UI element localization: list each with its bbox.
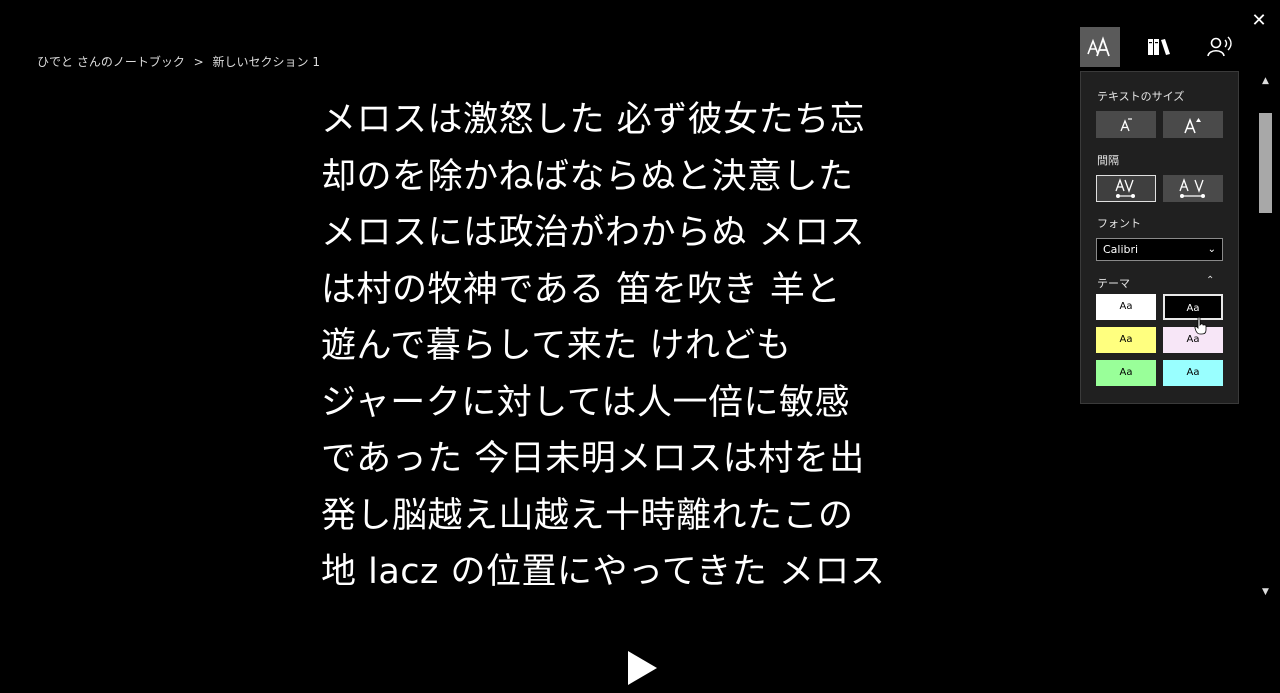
font-dropdown-value: Calibri	[1103, 243, 1139, 256]
reader-line: であった 今日未明メロスは村を出	[321, 439, 865, 479]
theme-label: テーマ	[1097, 277, 1130, 290]
grammar-options-button[interactable]	[1140, 27, 1180, 67]
vertical-scrollbar[interactable]: ▲ ▼	[1257, 73, 1274, 600]
voice-options-icon	[1207, 36, 1232, 57]
breadcrumb-section[interactable]: 新しいセクション 1	[213, 55, 320, 69]
breadcrumb-separator: >	[193, 55, 204, 69]
theme-swatch-white[interactable]: Aa	[1096, 294, 1156, 320]
theme-swatch-cyan[interactable]: Aa	[1163, 360, 1223, 386]
decrease-text-size-icon	[1120, 117, 1132, 131]
reader-line: メロスは激怒した 必ず彼女たち忘	[321, 100, 866, 140]
reader-line: ジャークに対しては人一倍に敏感	[321, 382, 851, 423]
text-size-label: テキストのサイズ	[1097, 90, 1185, 103]
reader-line: 地 lacz の位置にやってきた メロス	[321, 552, 886, 592]
theme-swatch-black[interactable]: Aa	[1163, 294, 1223, 320]
text-options-button[interactable]	[1080, 27, 1120, 67]
scroll-up-icon[interactable]: ▲	[1257, 73, 1274, 89]
narrow-spacing-button[interactable]	[1096, 175, 1156, 202]
reader-line: メロスには政治がわからぬ メロス	[321, 213, 866, 253]
theme-swatch-lavender[interactable]: Aa	[1163, 327, 1223, 353]
scroll-thumb[interactable]	[1259, 113, 1272, 213]
increase-text-size-icon	[1184, 117, 1201, 133]
reader-line: は村の牧神である 笛を吹き 羊と	[321, 269, 841, 310]
reader-line: 却のを除かねばならぬと決意した	[321, 156, 854, 197]
play-button[interactable]	[628, 651, 657, 685]
increase-text-size-button[interactable]	[1163, 111, 1223, 138]
font-dropdown[interactable]: Calibri ⌄	[1096, 238, 1223, 261]
chevron-down-icon: ⌄	[1207, 244, 1216, 255]
grammar-options-icon	[1148, 39, 1170, 55]
voice-options-button[interactable]	[1200, 27, 1240, 67]
breadcrumb: ひでと さんのノートブック > 新しいセクション 1	[37, 53, 320, 70]
spacing-label: 間隔	[1097, 154, 1119, 167]
hand-cursor-icon	[1194, 317, 1207, 335]
breadcrumb-notebook[interactable]: ひでと さんのノートブック	[37, 55, 185, 69]
reader-text: メロスは激怒した 必ず彼女たち忘 却のを除かねばならぬと決意した メロスには政治…	[321, 92, 951, 601]
text-options-icon	[1087, 36, 1110, 57]
decrease-text-size-button[interactable]	[1096, 111, 1156, 138]
close-button[interactable]: ✕	[1250, 10, 1268, 32]
reader-line: 発し脳越え山越え十時離れたこの	[321, 495, 854, 536]
font-label: フォント	[1097, 217, 1141, 230]
scroll-down-icon[interactable]: ▼	[1257, 584, 1274, 600]
theme-swatch-yellow[interactable]: Aa	[1096, 327, 1156, 353]
reader-line: 遊んで暮らして来た けれども	[321, 326, 792, 366]
narrow-spacing-icon	[1115, 177, 1135, 198]
theme-swatch-green[interactable]: Aa	[1096, 360, 1156, 386]
chevron-up-icon[interactable]: ⌃	[1206, 275, 1214, 286]
wide-spacing-icon	[1179, 177, 1205, 198]
text-options-panel: テキストのサイズ 間隔 フォント Calibri ⌄ テーマ ⌃ Aa Aa A…	[1080, 71, 1239, 404]
wide-spacing-button[interactable]	[1163, 175, 1223, 202]
